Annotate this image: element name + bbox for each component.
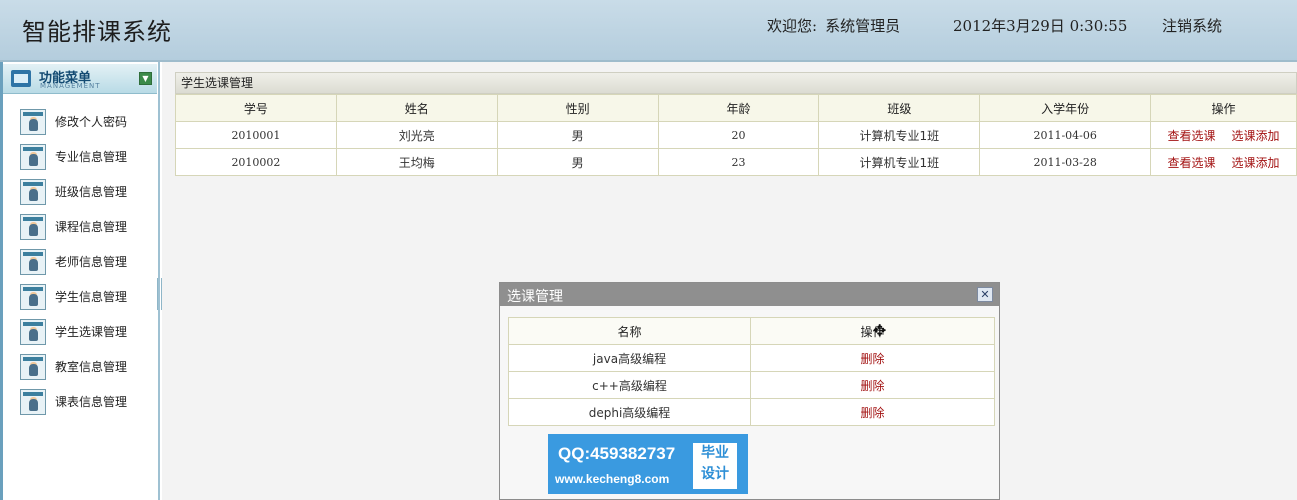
table-row: java高级编程 删除 — [508, 344, 995, 372]
cell-name: 王均梅 — [335, 148, 498, 176]
sidebar-item-student-info[interactable]: 学生信息管理 — [20, 279, 127, 314]
sidebar-item-teacher-info[interactable]: 老师信息管理 — [20, 244, 127, 279]
current-datetime: 2012年3月29日 0:30:55 — [953, 17, 1128, 35]
table-header-row: 名称 操作 — [508, 317, 995, 345]
sidebar-item-student-course-selection[interactable]: 学生选课管理 — [20, 314, 127, 349]
view-selection-link[interactable]: 查看选课 — [1168, 156, 1216, 170]
user-card-icon — [20, 108, 46, 135]
cell-actions: 删除 — [750, 398, 995, 426]
app-title: 智能排课系统 — [22, 18, 172, 46]
cell-class: 计算机专业1班 — [818, 148, 981, 176]
user-card-icon — [20, 283, 46, 310]
user-card-icon — [20, 248, 46, 275]
dialog-title-bar[interactable]: 选课管理 ✕ — [500, 283, 999, 306]
top-header: 智能排课系统 欢迎您: 系统管理员 2012年3月29日 0:30:55 注销系统 — [0, 0, 1297, 62]
cell-class: 计算机专业1班 — [818, 121, 981, 149]
column-header: 操作 — [1150, 94, 1297, 122]
cell-age: 20 — [657, 121, 820, 149]
cell-name: 刘光亮 — [335, 121, 498, 149]
sidebar-item-label: 课程信息管理 — [55, 220, 128, 234]
cell-student-id: 2010002 — [175, 148, 337, 176]
delete-link[interactable]: 删除 — [860, 379, 884, 393]
menu-list: 修改个人密码 专业信息管理 班级信息管理 课程信息管理 老师信息管理 学生信息管… — [20, 104, 127, 419]
table-row: 2010002 王均梅 男 23 计算机专业1班 2011-03-28 查看选课… — [175, 148, 1297, 176]
cell-actions: 删除 — [750, 344, 995, 372]
user-card-icon — [20, 178, 46, 205]
column-header: 入学年份 — [979, 94, 1152, 122]
watermark-badge-line2: 设计 — [701, 466, 729, 482]
column-header: 班级 — [818, 94, 981, 122]
menu-monitor-icon — [11, 70, 31, 87]
cell-enroll-year: 2011-04-06 — [979, 121, 1152, 149]
column-header: 学号 — [175, 94, 337, 122]
logout-link[interactable]: 注销系统 — [1162, 15, 1222, 36]
sidebar-item-label: 修改个人密码 — [55, 115, 128, 129]
close-icon[interactable]: ✕ — [977, 287, 993, 302]
column-header: 姓名 — [335, 94, 498, 122]
sidebar-item-change-password[interactable]: 修改个人密码 — [20, 104, 127, 139]
cell-actions: 删除 — [750, 371, 995, 399]
sidebar: 功能菜单 MANAGEMENT ▼ 修改个人密码 专业信息管理 班级信息管理 课… — [0, 62, 160, 500]
user-card-icon — [20, 388, 46, 415]
watermark-badge-line1: 毕业 — [701, 445, 729, 461]
watermark-qq: QQ:459382737 — [558, 444, 676, 463]
selected-courses-table: 名称 操作 java高级编程 删除 c++高级编程 删除 dephi高级编程 删… — [508, 317, 995, 426]
sidebar-item-label: 班级信息管理 — [55, 185, 128, 199]
watermark-url: www.kecheng8.com — [555, 472, 670, 486]
user-card-icon — [20, 353, 46, 380]
move-cursor-icon: ✥ — [873, 321, 887, 340]
sidebar-item-class-info[interactable]: 班级信息管理 — [20, 174, 127, 209]
student-table: 学号 姓名 性别 年龄 班级 入学年份 操作 2010001 刘光亮 男 20 … — [175, 94, 1297, 176]
sidebar-item-label: 老师信息管理 — [55, 255, 128, 269]
welcome-text: 欢迎您: 系统管理员 — [767, 15, 908, 36]
sidebar-item-classroom-info[interactable]: 教室信息管理 — [20, 349, 127, 384]
table-row: dephi高级编程 删除 — [508, 398, 995, 426]
user-card-icon — [20, 213, 46, 240]
sidebar-item-schedule-info[interactable]: 课表信息管理 — [20, 384, 127, 419]
cell-course-name: java高级编程 — [508, 344, 751, 372]
cell-course-name: dephi高级编程 — [508, 398, 751, 426]
dialog-title: 选课管理 — [507, 289, 563, 305]
current-user: 系统管理员 — [825, 17, 901, 35]
cell-student-id: 2010001 — [175, 121, 337, 149]
menu-subtitle: MANAGEMENT — [40, 82, 101, 90]
sidebar-item-label: 专业信息管理 — [55, 150, 128, 164]
watermark-banner: QQ:459382737 www.kecheng8.com 毕业 设计 — [548, 434, 748, 494]
cell-course-name: c++高级编程 — [508, 371, 751, 399]
column-header: 名称 — [508, 317, 751, 345]
column-header: 性别 — [496, 94, 659, 122]
user-card-icon — [20, 318, 46, 345]
cell-age: 23 — [657, 148, 820, 176]
sidebar-item-label: 教室信息管理 — [55, 360, 128, 374]
cell-gender: 男 — [496, 148, 659, 176]
watermark-badge: 毕业 设计 — [693, 443, 737, 489]
table-row: c++高级编程 删除 — [508, 371, 995, 399]
cell-gender: 男 — [496, 121, 659, 149]
view-selection-link[interactable]: 查看选课 — [1168, 129, 1216, 143]
sidebar-item-label: 课表信息管理 — [55, 395, 128, 409]
column-header: 年龄 — [657, 94, 820, 122]
user-card-icon — [20, 143, 46, 170]
sidebar-item-major-info[interactable]: 专业信息管理 — [20, 139, 127, 174]
menu-header: 功能菜单 MANAGEMENT ▼ — [3, 64, 157, 94]
cell-actions: 查看选课 选课添加 — [1150, 121, 1297, 149]
table-header-row: 学号 姓名 性别 年龄 班级 入学年份 操作 — [175, 94, 1297, 122]
cell-actions: 查看选课 选课添加 — [1150, 148, 1297, 176]
sidebar-item-label: 学生信息管理 — [55, 290, 128, 304]
delete-link[interactable]: 删除 — [860, 406, 884, 420]
sidebar-item-label: 学生选课管理 — [55, 325, 128, 339]
table-row: 2010001 刘光亮 男 20 计算机专业1班 2011-04-06 查看选课… — [175, 121, 1297, 149]
collapse-chevron-icon[interactable]: ▼ — [139, 72, 152, 85]
sidebar-item-course-info[interactable]: 课程信息管理 — [20, 209, 127, 244]
panel-title: 学生选课管理 — [175, 72, 1297, 94]
add-selection-link[interactable]: 选课添加 — [1232, 156, 1280, 170]
cell-enroll-year: 2011-03-28 — [979, 148, 1152, 176]
delete-link[interactable]: 删除 — [860, 352, 884, 366]
add-selection-link[interactable]: 选课添加 — [1232, 129, 1280, 143]
welcome-label: 欢迎您: — [767, 17, 818, 35]
